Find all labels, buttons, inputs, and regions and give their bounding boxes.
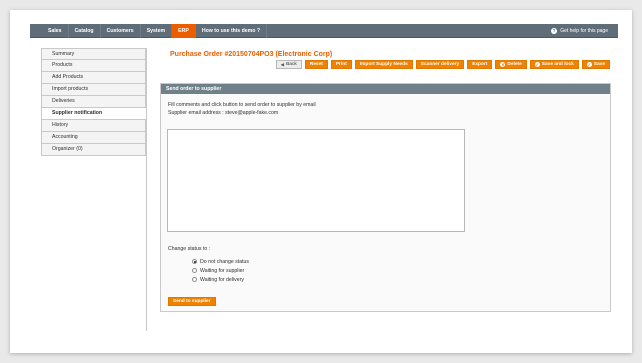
sidebar-item-deliveries[interactable]: Deliveries: [41, 96, 146, 108]
top-navigation: Sales Catalog Customers System ERP How t…: [30, 24, 618, 38]
radio-button[interactable]: [192, 268, 197, 273]
import-supply-needs-button[interactable]: Import Supply Needs: [354, 60, 413, 69]
status-option-waiting-for-delivery[interactable]: Waiting for delivery: [192, 275, 249, 284]
sidebar-tabs: Summary Products Add Products Import pro…: [41, 48, 147, 331]
delete-button[interactable]: ✕ Delete: [495, 60, 527, 69]
page-title: Purchase Order #20150704PO3 (Electronic …: [170, 51, 333, 58]
status-option-waiting-for-supplier[interactable]: Waiting for supplier: [192, 266, 249, 275]
sidebar-item-products[interactable]: Products: [41, 60, 146, 72]
send-to-supplier-button[interactable]: Send to supplier: [168, 297, 216, 306]
save-label: Save: [593, 61, 605, 67]
status-option-label: Waiting for supplier: [200, 267, 245, 274]
main-menu: Sales Catalog Customers System ERP How t…: [42, 24, 268, 38]
status-radio-group: Do not change status Waiting for supplie…: [192, 257, 249, 284]
panel-intro: Fill comments and click button to send o…: [168, 101, 316, 117]
sidebar-item-history[interactable]: History: [41, 120, 146, 132]
help-icon: ?: [551, 28, 558, 34]
instructions-text: Fill comments and click button to send o…: [168, 102, 316, 108]
sidebar-item-import-products[interactable]: Import products: [41, 84, 146, 96]
delete-label: Delete: [507, 61, 522, 67]
scanner-delivery-button[interactable]: Scanner delivery: [415, 60, 465, 69]
checkmark-icon: ✓: [534, 62, 540, 67]
menu-erp[interactable]: ERP: [172, 24, 196, 38]
save-and-lock-button[interactable]: ✓ Save and lock: [529, 60, 579, 69]
save-button[interactable]: ✓ Save: [581, 60, 610, 69]
sidebar-item-organizer[interactable]: Organizer (0): [41, 144, 146, 156]
sidebar-item-supplier-notification[interactable]: Supplier notification: [41, 108, 146, 120]
help-label: Get help for this page: [560, 28, 608, 34]
back-arrow-icon: ◀: [280, 61, 285, 67]
reset-button[interactable]: Reset: [304, 60, 328, 69]
sidebar-item-accounting[interactable]: Accounting: [41, 132, 146, 144]
checkmark-icon: ✓: [586, 62, 592, 67]
menu-system[interactable]: System: [141, 24, 173, 38]
menu-catalog[interactable]: Catalog: [69, 24, 101, 38]
change-status-label: Change status to :: [168, 246, 211, 252]
menu-sales[interactable]: Sales: [42, 24, 69, 38]
back-label: Back: [286, 61, 297, 67]
print-button[interactable]: Print: [330, 60, 352, 69]
export-button[interactable]: Export: [467, 60, 493, 69]
status-option-label: Do not change status: [200, 258, 250, 265]
send-order-panel: Send order to supplier Fill comments and…: [160, 83, 611, 312]
delete-icon: ✕: [500, 62, 506, 67]
menu-customers[interactable]: Customers: [101, 24, 141, 38]
panel-title: Send order to supplier: [161, 84, 610, 94]
status-option-do-not-change[interactable]: Do not change status: [192, 257, 249, 266]
back-button[interactable]: ◀ Back: [275, 60, 302, 69]
supplier-email-text: Supplier email address : steve@apple-fak…: [168, 110, 279, 116]
sidebar-item-summary[interactable]: Summary: [41, 48, 146, 60]
status-option-label: Waiting for delivery: [200, 276, 244, 283]
action-toolbar: ◀ Back Reset Print Import Supply Needs S…: [275, 60, 610, 69]
comment-textarea[interactable]: [167, 129, 465, 232]
save-and-lock-label: Save and lock: [541, 61, 574, 67]
menu-how-to-use-demo[interactable]: How to use this demo ?: [196, 24, 268, 38]
radio-button[interactable]: [192, 259, 197, 264]
sidebar-item-add-products[interactable]: Add Products: [41, 72, 146, 84]
radio-button[interactable]: [192, 277, 197, 282]
help-link[interactable]: ? Get help for this page: [551, 24, 608, 38]
